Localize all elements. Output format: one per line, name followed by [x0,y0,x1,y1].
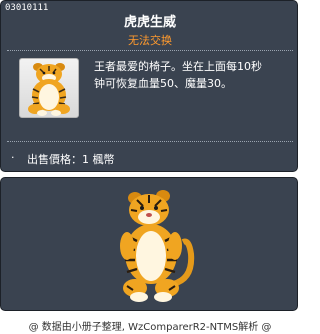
divider-top [7,50,293,51]
tiger-chair-icon [28,63,70,116]
item-description: 王者最爱的椅子。坐在上面每10秒 钟可恢复血量50、魔量30。 [94,60,262,90]
footer-credit: @ 数据由小册子整理, WzComparerR2-NTMS解析 @ [28,322,272,333]
item-tooltip: 03010111 虎虎生威 无法交换 王者最爱的椅子。坐在上面每10秒 钟可恢复… [0,0,298,172]
item-preview-panel [0,177,298,311]
sell-price: 出售價格：1 楓幣 [27,153,115,166]
tiger-chair-preview-image [120,190,195,302]
item-name: 虎虎生威 [123,15,176,30]
sell-bullet: · [11,151,15,164]
divider-bottom [7,141,293,142]
trade-status: 无法交换 [128,34,172,47]
item-icon-frame [19,58,79,118]
